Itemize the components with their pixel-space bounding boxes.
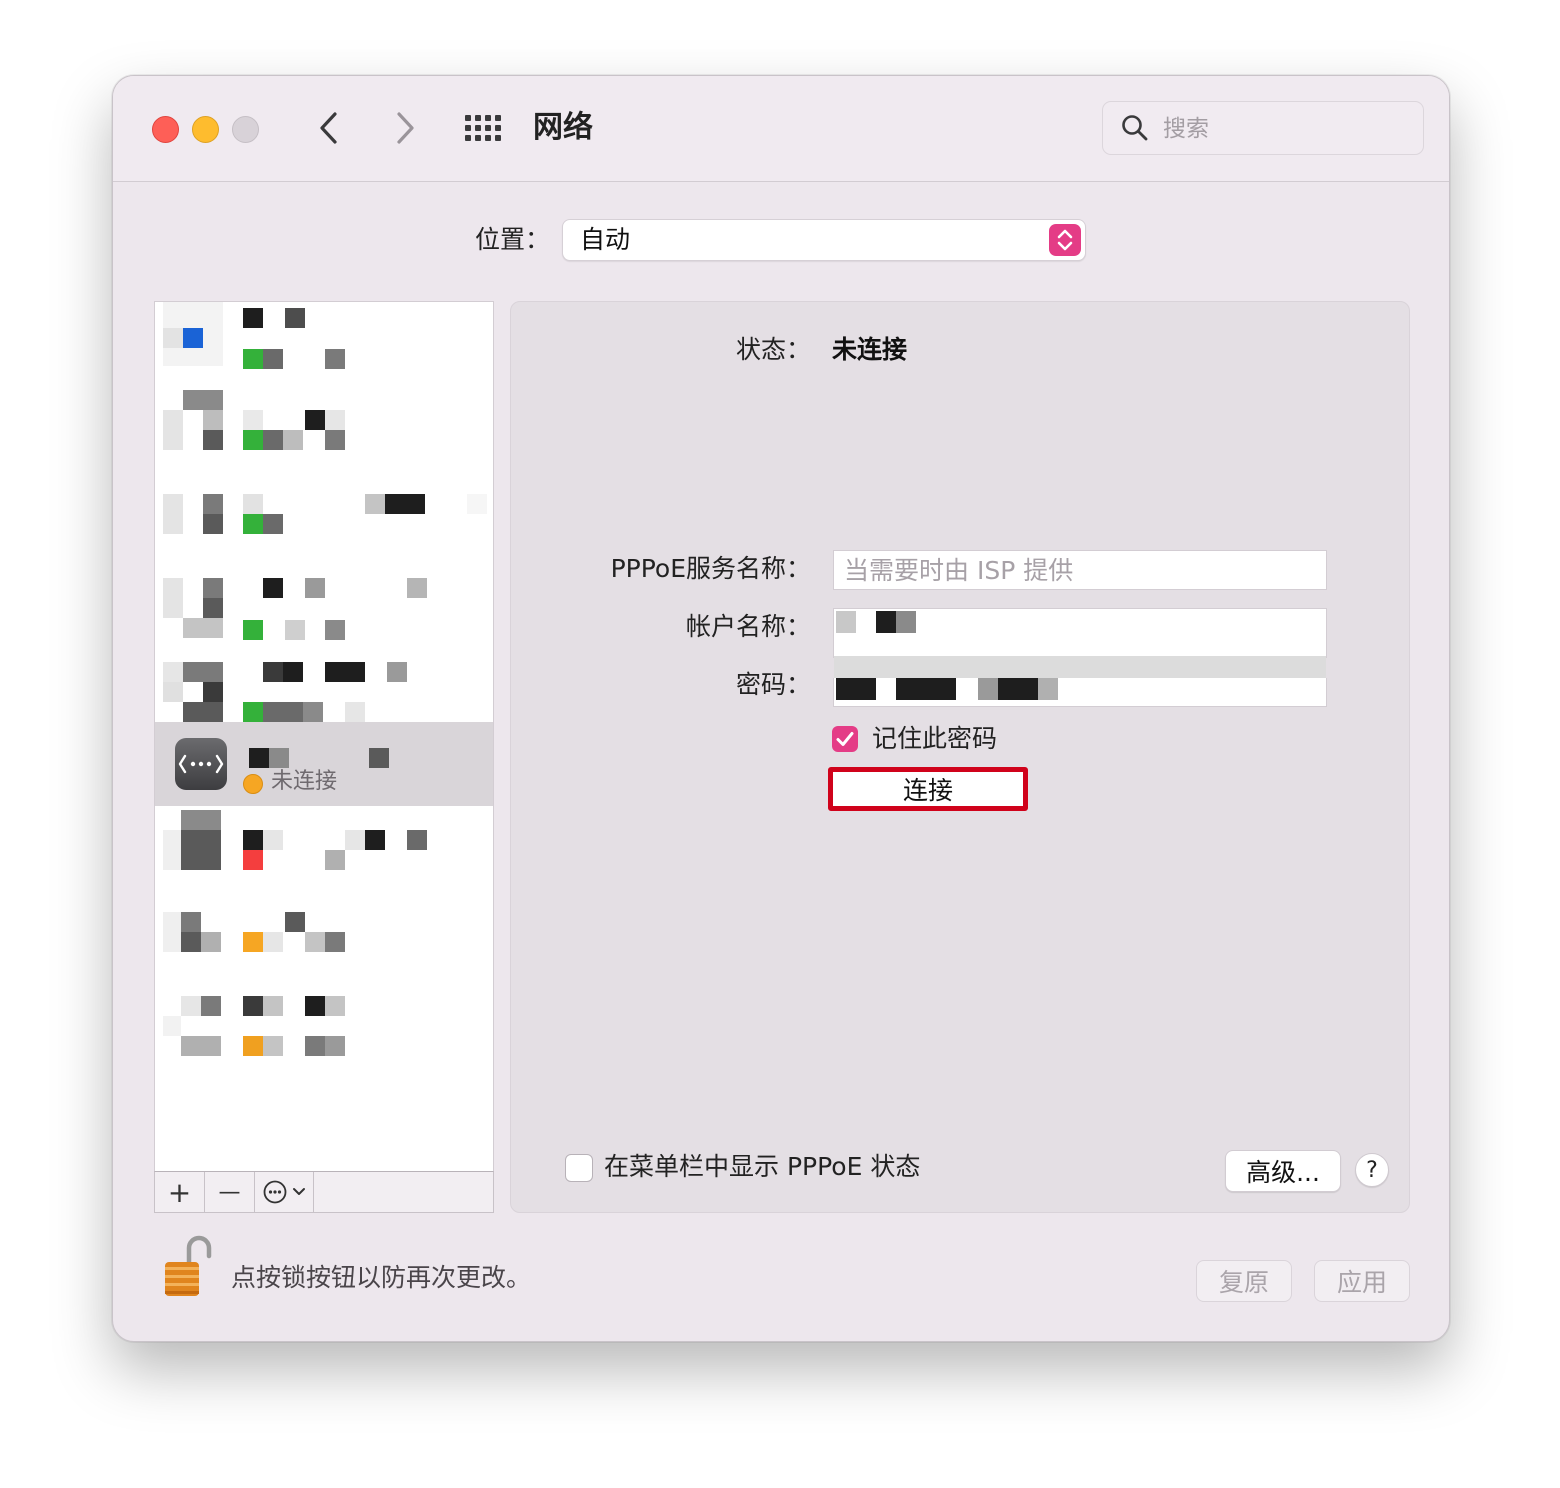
remember-password-checkbox[interactable] — [832, 726, 858, 752]
minimize-window-button[interactable] — [192, 116, 219, 143]
search-field[interactable] — [1102, 101, 1424, 155]
service-list-item[interactable] — [155, 806, 493, 890]
popup-stepper-icon — [1049, 224, 1081, 256]
help-button[interactable]: ? — [1355, 1153, 1389, 1187]
network-preferences-window: 网络 位置： 自动 — [112, 75, 1450, 1342]
apply-button[interactable]: 应用 — [1314, 1260, 1410, 1302]
close-window-button[interactable] — [152, 116, 179, 143]
connect-button[interactable]: 连接 — [828, 767, 1028, 811]
pppoe-settings-panel: 状态： 未连接 PPPoE服务名称： 帐户名称： 密码： 记住此密码 连接 在菜… — [510, 301, 1410, 1213]
chevron-left-icon — [320, 112, 337, 144]
pppoe-service-field[interactable] — [833, 550, 1327, 590]
service-list-item[interactable] — [155, 638, 493, 722]
service-list-item[interactable] — [155, 470, 493, 554]
zoom-window-button[interactable] — [232, 116, 259, 143]
add-service-button[interactable]: + — [155, 1172, 205, 1212]
chevron-right-icon — [397, 112, 414, 144]
password-field[interactable] — [833, 678, 1327, 707]
status-dot-icon — [243, 774, 263, 794]
checkmark-icon — [836, 732, 854, 746]
service-list-item[interactable] — [155, 974, 493, 1058]
location-value: 自动 — [580, 225, 631, 254]
service-status: 未连接 — [271, 769, 338, 794]
service-list-item[interactable] — [155, 302, 493, 386]
show-all-grid-button[interactable] — [465, 110, 505, 146]
service-list-item[interactable] — [155, 386, 493, 470]
service-list-toolbar: + — — [154, 1171, 494, 1213]
show-in-menubar-checkbox[interactable] — [565, 1154, 593, 1182]
revert-button[interactable]: 复原 — [1196, 1260, 1292, 1302]
pppoe-service-input[interactable] — [842, 551, 1316, 589]
chevron-down-icon — [293, 1188, 305, 1195]
remove-service-button[interactable]: — — [205, 1172, 255, 1212]
lock-hint-text: 点按锁按钮以防再次更改。 — [231, 1263, 532, 1292]
back-button[interactable] — [309, 108, 349, 148]
service-list-item[interactable] — [155, 554, 493, 640]
status-label: 状态： — [735, 335, 811, 364]
window-title: 网络 — [533, 110, 593, 145]
action-menu-button[interactable] — [255, 1172, 314, 1212]
pppoe-service-label: PPPoE服务名称： — [610, 554, 811, 583]
service-list-item[interactable] — [155, 890, 493, 974]
search-input[interactable] — [1161, 110, 1405, 148]
location-select[interactable]: 自动 — [562, 219, 1086, 261]
status-value: 未连接 — [832, 335, 908, 364]
search-icon — [1122, 115, 1148, 141]
remember-password-label: 记住此密码 — [872, 724, 998, 753]
account-field[interactable] — [833, 608, 1327, 678]
location-label: 位置： — [475, 225, 551, 254]
ellipsis-circle-icon — [263, 1180, 287, 1204]
ethernet-arrows-icon — [175, 738, 227, 790]
service-list-item-pppoe[interactable]: 未连接 — [155, 722, 493, 806]
service-list[interactable]: 未连接 — [154, 301, 494, 1173]
titlebar: 网络 — [113, 76, 1449, 182]
password-label: 密码： — [735, 670, 811, 699]
lock-open-icon[interactable] — [163, 1234, 213, 1300]
advanced-button[interactable]: 高级... — [1225, 1150, 1341, 1192]
forward-button[interactable] — [385, 108, 425, 148]
show-in-menubar-label: 在菜单栏中显示 PPPoE 状态 — [604, 1152, 921, 1181]
account-label: 帐户名称： — [685, 612, 811, 641]
